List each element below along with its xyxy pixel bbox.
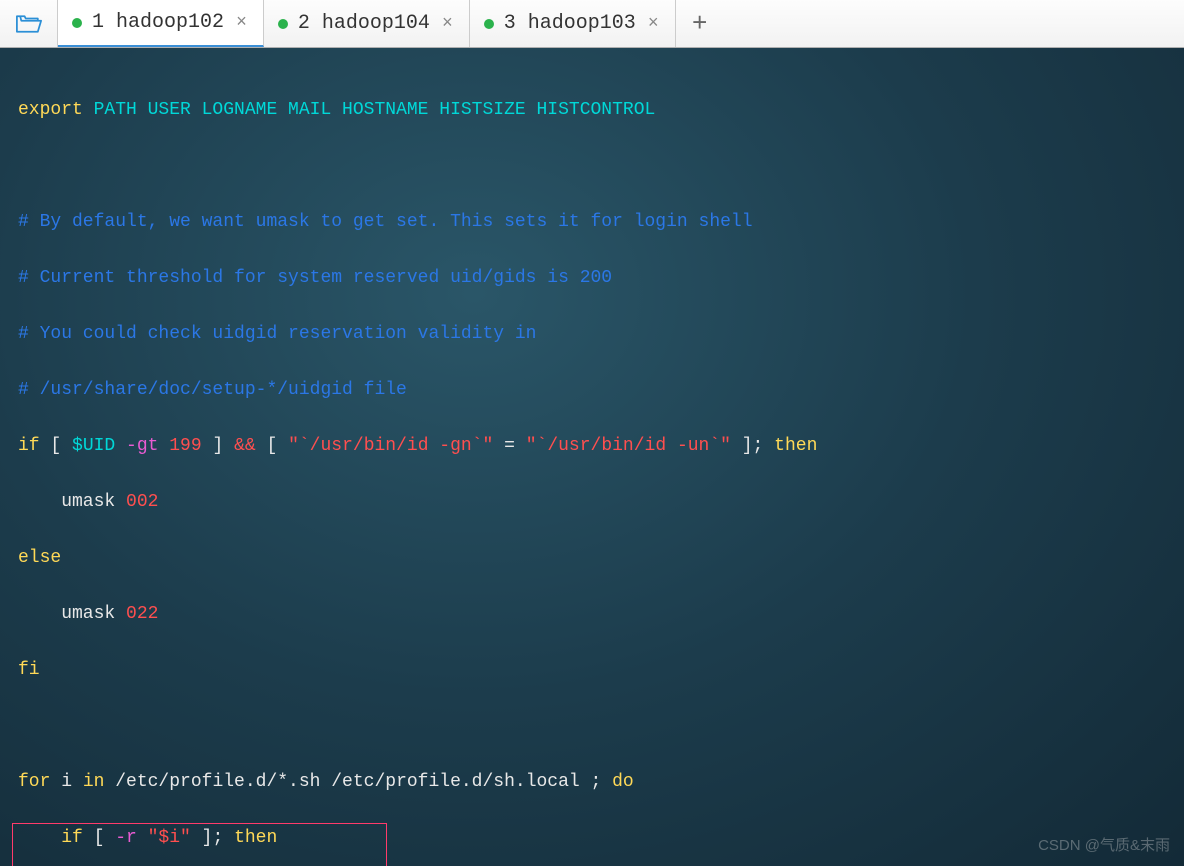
- new-tab-button[interactable]: +: [676, 0, 724, 47]
- code-editor[interactable]: export PATH USER LOGNAME MAIL HOSTNAME H…: [0, 48, 1184, 866]
- close-icon[interactable]: ×: [646, 14, 661, 34]
- folder-button[interactable]: [0, 0, 58, 47]
- close-icon[interactable]: ×: [234, 13, 249, 33]
- folder-open-icon: [15, 13, 43, 35]
- watermark: CSDN @气质&末雨: [1038, 832, 1170, 860]
- status-dot-icon: [72, 18, 82, 28]
- tab-hadoop102[interactable]: 1 hadoop102 ×: [58, 0, 264, 47]
- status-dot-icon: [278, 19, 288, 29]
- status-dot-icon: [484, 19, 494, 29]
- tab-hadoop104[interactable]: 2 hadoop104 ×: [264, 0, 470, 47]
- close-icon[interactable]: ×: [440, 14, 455, 34]
- tab-bar: 1 hadoop102 × 2 hadoop104 × 3 hadoop103 …: [0, 0, 1184, 48]
- tab-hadoop103[interactable]: 3 hadoop103 ×: [470, 0, 676, 47]
